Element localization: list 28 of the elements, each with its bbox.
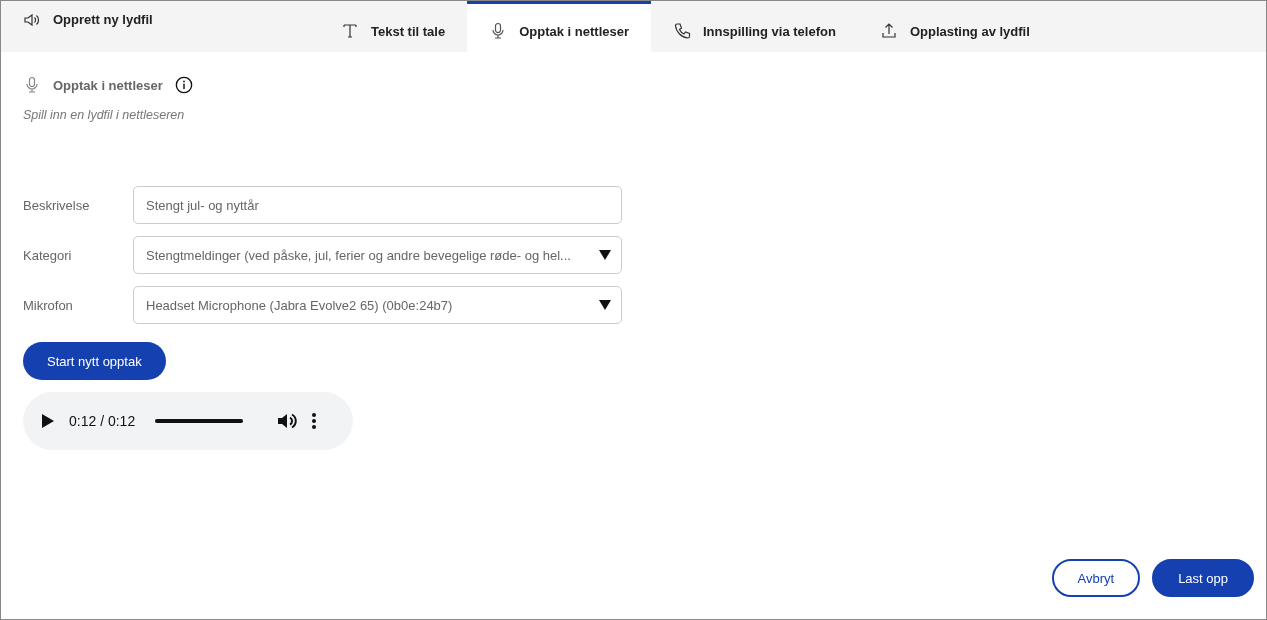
- dropdown[interactable]: Headset Microphone (Jabra Evolve2 65) (0b0e:24b7): [133, 286, 622, 324]
- field-label: Kategori: [23, 247, 73, 263]
- tab[interactable]: Innspilling via telefon: [651, 1, 858, 52]
- volume-icon[interactable]: [277, 412, 298, 430]
- upload-icon: [879, 22, 898, 40]
- tab[interactable]: Opptak i nettleser: [467, 1, 651, 52]
- info-icon[interactable]: [174, 76, 193, 94]
- phone-icon: [673, 22, 691, 40]
- dropdown[interactable]: Stengtmeldinger (ved påske, jul, ferier og andre bevegelige røde- og hel...: [133, 236, 622, 274]
- play-icon[interactable]: [41, 413, 55, 429]
- cancel-button[interactable]: Avbryt: [1051, 559, 1141, 597]
- field-label: Beskrivelse: [23, 197, 91, 213]
- caret-icon: [599, 250, 611, 260]
- record-button[interactable]: Start nytt opptak: [23, 342, 166, 380]
- progress-bar[interactable]: [155, 419, 244, 423]
- playback-time: 0:12 / 0:12: [69, 413, 136, 429]
- more-icon[interactable]: [311, 412, 318, 430]
- text-icon: [341, 22, 359, 40]
- section-subtitle: Spill inn en lydfil i nettleseren: [23, 108, 186, 122]
- input-field[interactable]: Stengt jul- og nyttår: [133, 186, 622, 224]
- caret-icon: [599, 300, 611, 310]
- field-label: Mikrofon: [23, 297, 74, 313]
- tab[interactable]: Opplasting av lydfil: [857, 1, 1052, 52]
- upload-button[interactable]: Last opp: [1152, 559, 1254, 597]
- microphone-icon: [23, 76, 41, 94]
- section-title: Opptak i nettleser: [53, 77, 163, 93]
- page-title: Opprett ny lydfil: [53, 12, 153, 27]
- tab[interactable]: Tekst til tale: [319, 1, 468, 52]
